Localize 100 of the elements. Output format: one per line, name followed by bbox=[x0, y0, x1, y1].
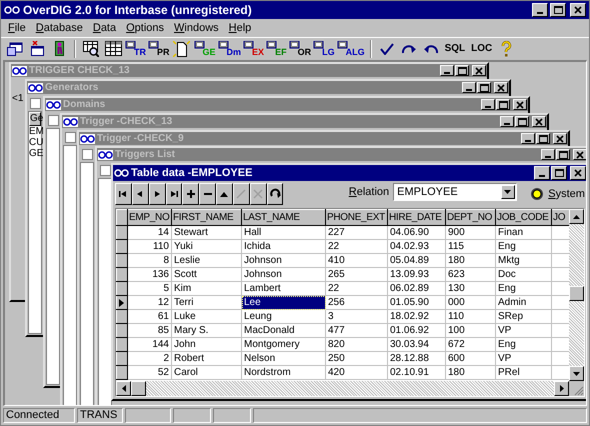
maximize-button[interactable] bbox=[496, 99, 510, 110]
checkbox[interactable] bbox=[65, 132, 76, 143]
column-header[interactable]: JOB_CODE bbox=[496, 210, 552, 226]
window-icon bbox=[80, 134, 95, 144]
window-icon bbox=[46, 100, 61, 110]
navigator-button[interactable] bbox=[182, 183, 200, 205]
maximize-button[interactable] bbox=[515, 116, 529, 127]
toolbar-button[interactable]: OR bbox=[288, 38, 312, 58]
toolbar-button[interactable]: TR bbox=[124, 38, 147, 58]
checkbox[interactable] bbox=[100, 165, 111, 176]
table-cell: 05.04.89 bbox=[388, 254, 446, 268]
window-title: Trigger -CHECK_13 bbox=[80, 116, 172, 128]
table-cell: Admin bbox=[496, 296, 552, 310]
relation-dropdown[interactable]: EMPLOYEE bbox=[393, 183, 517, 201]
maximize-button[interactable] bbox=[455, 65, 469, 76]
navigator-button[interactable] bbox=[115, 183, 132, 205]
column-header[interactable]: LAST_NAME bbox=[242, 210, 326, 226]
close-button[interactable] bbox=[513, 99, 527, 110]
close-button[interactable] bbox=[532, 116, 546, 127]
scroll-thumb[interactable] bbox=[569, 286, 584, 301]
row-indicator[interactable] bbox=[116, 310, 128, 324]
navigator-button[interactable] bbox=[148, 183, 166, 205]
column-header[interactable]: EMP_NO bbox=[128, 210, 172, 226]
column-header[interactable]: HIRE_DATE bbox=[388, 210, 446, 226]
maximize-icon bbox=[458, 66, 466, 74]
column-header[interactable]: FIRST_NAME bbox=[172, 210, 242, 226]
checkbox[interactable] bbox=[48, 115, 59, 126]
menu-item[interactable]: Data bbox=[88, 20, 122, 36]
menu-item[interactable]: File bbox=[3, 20, 31, 36]
scroll-thumb[interactable] bbox=[131, 381, 146, 396]
toolbar-button[interactable]: LOC bbox=[468, 38, 496, 58]
minimize-button[interactable] bbox=[541, 149, 555, 160]
menu-item[interactable]: Windows bbox=[169, 20, 224, 36]
minimize-button[interactable] bbox=[534, 166, 550, 180]
list-item[interactable]: EM bbox=[29, 126, 44, 137]
checkbox[interactable] bbox=[82, 149, 93, 160]
navigator-button[interactable] bbox=[166, 183, 182, 205]
maximize-icon bbox=[554, 6, 562, 14]
minimize-button[interactable] bbox=[440, 65, 454, 76]
toolbar-button[interactable] bbox=[80, 38, 102, 58]
maximize-button[interactable] bbox=[556, 149, 570, 160]
toolbar-button[interactable]: PR bbox=[147, 38, 171, 58]
system-radio[interactable]: System bbox=[530, 186, 585, 202]
row-indicator[interactable] bbox=[116, 240, 128, 254]
row-indicator[interactable] bbox=[116, 352, 128, 366]
row-indicator[interactable] bbox=[116, 324, 128, 338]
checkbox[interactable] bbox=[30, 98, 41, 109]
window-title: Table data -EMPLOYEE bbox=[131, 167, 252, 179]
close-button[interactable] bbox=[553, 133, 567, 144]
table-cell: 2 bbox=[128, 352, 172, 366]
row-indicator[interactable] bbox=[116, 338, 128, 352]
maximize-button[interactable] bbox=[536, 133, 550, 144]
minimize-button[interactable] bbox=[500, 116, 514, 127]
row-indicator[interactable] bbox=[116, 254, 128, 268]
navigator-button[interactable] bbox=[232, 183, 250, 205]
row-indicator[interactable] bbox=[116, 366, 128, 380]
table-cell: 420 bbox=[326, 366, 388, 380]
close-button[interactable] bbox=[570, 3, 586, 17]
maximize-button[interactable] bbox=[477, 82, 491, 93]
menu-item[interactable]: Help bbox=[224, 20, 256, 36]
close-button[interactable] bbox=[573, 149, 586, 160]
column-header[interactable]: PHONE_EXT bbox=[326, 210, 388, 226]
toolbar-button[interactable]: ALG bbox=[336, 38, 366, 58]
row-indicator[interactable] bbox=[116, 282, 128, 296]
vertical-scrollbar[interactable] bbox=[569, 209, 584, 381]
toolbar-button[interactable]: SQL bbox=[442, 38, 468, 58]
column-header[interactable]: DEPT_NO bbox=[446, 210, 496, 226]
navigator-button[interactable] bbox=[216, 183, 233, 205]
menu-item[interactable]: Database bbox=[30, 20, 88, 36]
menu-item[interactable]: Options bbox=[121, 20, 170, 36]
minimize-button[interactable] bbox=[481, 99, 495, 110]
maximize-icon bbox=[480, 84, 488, 92]
navigator-button[interactable] bbox=[250, 183, 267, 205]
up-arrow-icon bbox=[572, 214, 581, 220]
close-button[interactable] bbox=[494, 82, 508, 93]
navigator-button[interactable] bbox=[132, 183, 149, 205]
minimize-button[interactable] bbox=[521, 133, 535, 144]
toolbar-button[interactable]: LG bbox=[312, 38, 336, 58]
close-button[interactable] bbox=[570, 166, 586, 180]
window-title: Generators bbox=[45, 82, 98, 94]
toolbar-button[interactable] bbox=[102, 38, 124, 58]
navigator-button[interactable] bbox=[266, 183, 284, 205]
toolbar-button[interactable] bbox=[170, 38, 193, 58]
row-indicator[interactable] bbox=[116, 226, 128, 240]
horizontal-scrollbar[interactable] bbox=[116, 381, 569, 396]
status-panel: Connected bbox=[3, 408, 75, 423]
minimize-button[interactable] bbox=[532, 3, 548, 17]
close-button[interactable] bbox=[472, 65, 486, 76]
row-indicator[interactable] bbox=[116, 268, 128, 282]
minimize-button[interactable] bbox=[462, 82, 476, 93]
grid-icon bbox=[104, 41, 122, 56]
table-cell: 623 bbox=[446, 268, 496, 282]
maximize-button[interactable] bbox=[551, 166, 567, 180]
navigator-button[interactable] bbox=[199, 183, 216, 205]
table-cell: 820 bbox=[326, 338, 388, 352]
list-item[interactable]: CU bbox=[29, 137, 44, 148]
toolbar-button[interactable]: Dm bbox=[216, 38, 242, 58]
maximize-button[interactable] bbox=[550, 3, 566, 17]
list-item[interactable]: GE bbox=[29, 148, 44, 159]
column-header[interactable]: JO bbox=[552, 210, 569, 226]
